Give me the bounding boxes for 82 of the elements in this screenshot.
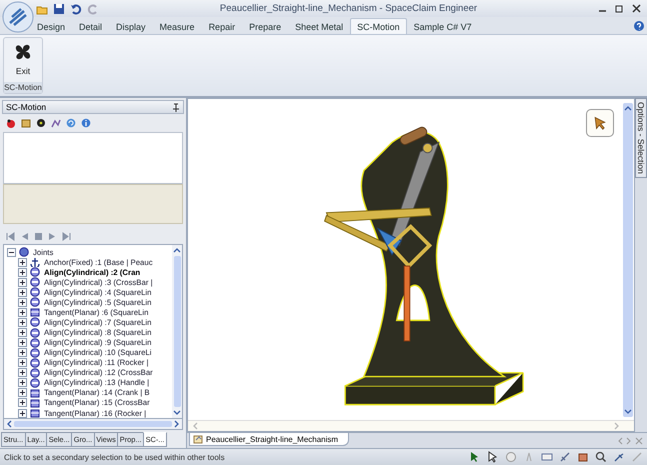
joint-icon (30, 358, 40, 368)
measure-icon[interactable] (613, 451, 625, 463)
pin-icon[interactable] (172, 102, 180, 112)
chart-icon[interactable] (51, 118, 61, 128)
skip-back-icon[interactable] (6, 232, 15, 241)
info-icon[interactable] (81, 118, 91, 128)
ribbon-tab[interactable]: Sheet Metal (288, 18, 350, 34)
ribbon-tab[interactable]: Sample C# V7 (406, 18, 479, 34)
expand-icon[interactable] (18, 358, 27, 368)
expand-icon[interactable] (18, 258, 27, 267)
scroll-down-icon[interactable] (624, 409, 632, 415)
skip-forward-icon[interactable] (62, 232, 71, 241)
scroll-down-icon[interactable] (173, 410, 181, 416)
scroll-left-icon[interactable] (6, 420, 12, 428)
vertical-scrollbar[interactable] (172, 245, 182, 418)
view-icon[interactable] (541, 451, 553, 463)
stop-icon[interactable] (34, 232, 43, 241)
ribbon-tab[interactable]: Detail (72, 18, 110, 34)
ribbon-tab[interactable]: Design (30, 18, 72, 34)
panel-title: SC-Motion (6, 102, 46, 112)
expand-icon[interactable] (18, 298, 27, 307)
anchor-icon (30, 257, 40, 268)
joint-icon (30, 277, 40, 288)
expand-icon[interactable] (18, 268, 27, 277)
joint-icon (30, 267, 40, 278)
planar-joint-icon (30, 307, 40, 318)
model-viewport[interactable] (187, 98, 635, 432)
expand-icon[interactable] (18, 388, 27, 398)
scroll-up-icon[interactable] (173, 247, 181, 253)
window-title: Peaucellier_Straight-line_Mechanism - SpaceClaim Engineer (218, 3, 478, 14)
expand-icon[interactable] (18, 348, 27, 358)
fan-icon[interactable] (36, 118, 46, 128)
joint-icon (30, 348, 40, 358)
expand-icon[interactable] (18, 378, 27, 388)
expand-icon[interactable] (18, 408, 27, 418)
ribbon-tab[interactable]: Repair (202, 18, 242, 34)
pencil-icon[interactable] (559, 451, 571, 463)
collapse-icon[interactable] (7, 248, 16, 257)
bug-icon[interactable] (6, 118, 16, 128)
restore-icon[interactable] (615, 4, 624, 13)
undo-icon[interactable] (70, 2, 82, 14)
cursor-icon[interactable] (487, 451, 499, 463)
document-icon (193, 434, 203, 444)
joints-folder-icon (19, 247, 29, 258)
ribbon-tab[interactable]: Measure (152, 18, 202, 34)
ribbon-tab[interactable]: Display (109, 18, 153, 34)
planar-joint-icon (30, 398, 40, 408)
scroll-right-icon[interactable] (174, 420, 180, 428)
play-icon[interactable] (48, 232, 57, 241)
ribbon-tab[interactable]: SC-Motion (350, 18, 407, 34)
expand-icon[interactable] (18, 328, 27, 338)
joint-icon (30, 368, 40, 378)
expand-icon[interactable] (18, 308, 27, 317)
exit-button[interactable]: Exit (10, 38, 36, 79)
vertical-scrollbar[interactable] (623, 103, 633, 417)
zoom-icon[interactable] (595, 451, 607, 463)
save-icon[interactable] (53, 2, 65, 14)
expand-icon[interactable] (18, 398, 27, 408)
scroll-up-icon[interactable] (624, 105, 632, 111)
joint-icon (30, 328, 40, 338)
joint-icon (30, 297, 40, 308)
expand-icon[interactable] (18, 278, 27, 287)
document-tab[interactable]: Peaucellier_Straight-line_Mechanism (189, 433, 350, 446)
options-side-tab[interactable]: Options - Selection (635, 98, 647, 178)
planar-joint-icon (30, 388, 40, 398)
joint-icon (30, 378, 40, 388)
expand-icon[interactable] (18, 368, 27, 378)
box-icon[interactable] (21, 118, 31, 128)
horizontal-scrollbar[interactable] (3, 419, 183, 430)
ribbon-tab[interactable]: Prepare (242, 18, 288, 34)
close-icon[interactable] (632, 4, 641, 13)
select-tool-button[interactable] (586, 109, 614, 137)
block-icon[interactable] (577, 451, 589, 463)
expand-icon[interactable] (18, 288, 27, 297)
step-back-icon[interactable] (20, 232, 29, 241)
joint-icon (30, 317, 40, 328)
expand-icon[interactable] (18, 318, 27, 327)
ribbon-group-label: SC-Motion (4, 82, 42, 93)
expand-icon[interactable] (18, 338, 27, 348)
joint-icon (30, 338, 40, 348)
joint-icon (30, 287, 40, 298)
status-message: Click to set a secondary selection to be used within other tools (4, 452, 226, 462)
